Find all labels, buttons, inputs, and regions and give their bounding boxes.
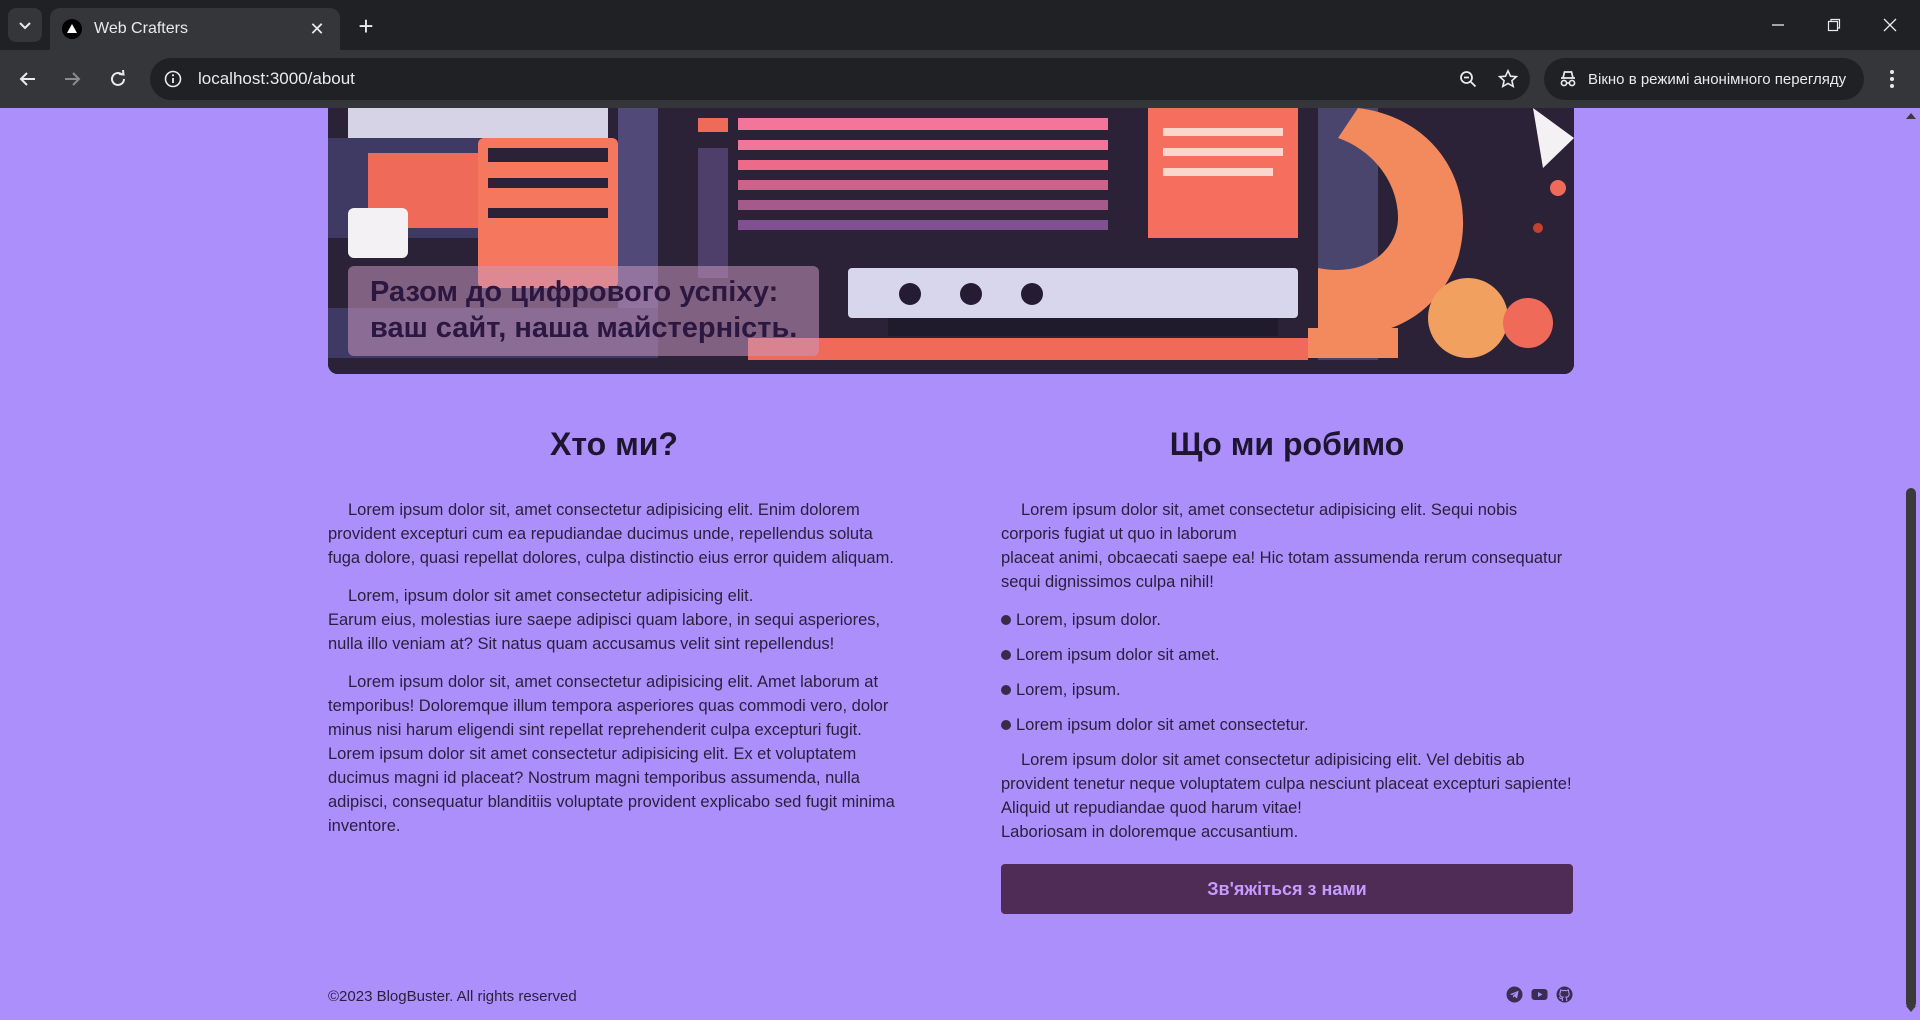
restore-window-button[interactable] (1806, 0, 1862, 50)
kebab-menu-icon (1890, 70, 1894, 88)
list-item: Lorem, ipsum. (1001, 678, 1573, 702)
who-paragraph-2-line-1: Lorem, ipsum dolor sit amet consectetur … (348, 587, 754, 605)
forward-button[interactable] (54, 61, 90, 97)
what-intro-paragraph: Lorem ipsum dolor sit, amet consectetur … (1001, 498, 1573, 594)
minimize-icon (1772, 24, 1784, 26)
what-intro-line-1: Lorem ipsum dolor sit, amet consectetur … (1001, 501, 1518, 543)
page-content: Разом до цифрового успіху: ваш сайт, наш… (0, 108, 1902, 1020)
footer-copyright: ©2023 BlogBuster. All rights reserved (328, 988, 577, 1005)
bookmark-star-icon[interactable] (1490, 61, 1526, 97)
minimize-window-button[interactable] (1750, 0, 1806, 50)
reload-icon (111, 70, 125, 86)
close-icon (1883, 18, 1897, 32)
hero-banner: Разом до цифрового успіху: ваш сайт, наш… (328, 108, 1574, 374)
close-tab-icon[interactable]: ✕ (306, 18, 328, 40)
scroll-down-arrow-icon[interactable] (1906, 1006, 1916, 1012)
tab-search-button[interactable] (8, 8, 42, 42)
scrollbar-thumb[interactable] (1906, 488, 1916, 1008)
reload-button[interactable] (100, 61, 136, 97)
back-button[interactable] (10, 61, 46, 97)
site-info-icon[interactable] (156, 62, 190, 96)
list-item: Lorem, ipsum dolor. (1001, 608, 1573, 632)
github-icon[interactable] (1556, 986, 1573, 1003)
incognito-label: Вікно в режимі анонімного перегляду (1588, 70, 1847, 88)
who-paragraph-3-text: Lorem ipsum dolor sit, amet consectetur … (328, 673, 895, 835)
who-paragraph-2-line-2: Earum eius, molestias iure saepe adipisc… (328, 611, 881, 653)
arrow-right-icon (65, 72, 81, 86)
footer-social-links (1506, 986, 1573, 1003)
browser-menu-button[interactable] (1874, 61, 1910, 97)
who-paragraph-2: Lorem, ipsum dolor sit amet consectetur … (328, 584, 900, 656)
bullet-dot-icon (1001, 615, 1011, 625)
incognito-icon (1560, 71, 1576, 87)
list-item: Lorem ipsum dolor sit amet consectetur. (1001, 713, 1573, 737)
who-we-are-section: Хто ми? Lorem ipsum dolor sit, amet cons… (328, 418, 900, 852)
url-text[interactable]: localhost:3000/about (198, 69, 1450, 89)
what-outro-line-1: Lorem ipsum dolor sit amet consectetur a… (1001, 751, 1572, 817)
bullet-dot-icon (1001, 720, 1011, 730)
what-outro-line-2: Laboriosam in doloremque accusantium. (1001, 823, 1299, 841)
who-paragraph-3: Lorem ipsum dolor sit, amet consectetur … (328, 670, 900, 838)
zoom-icon[interactable] (1450, 61, 1486, 97)
nextjs-favicon-icon (62, 19, 82, 39)
restore-icon (1827, 18, 1841, 32)
what-we-do-section: Що ми робимо Lorem ipsum dolor sit, amet… (1001, 418, 1573, 914)
what-intro-line-2: placeat animi, obcaecati saepe ea! Hic t… (1001, 549, 1563, 591)
list-item: Lorem ipsum dolor sit amet. (1001, 643, 1573, 667)
hero-title-line-2: ваш сайт, наша майстерність. (370, 312, 798, 344)
list-item-text: Lorem, ipsum dolor. (1016, 611, 1161, 629)
bullet-dot-icon (1001, 650, 1011, 660)
list-item-text: Lorem, ipsum. (1016, 681, 1121, 699)
who-paragraph-1-text: Lorem ipsum dolor sit, amet consectetur … (328, 501, 894, 567)
youtube-icon[interactable] (1531, 986, 1548, 1003)
who-paragraph-1: Lorem ipsum dolor sit, amet consectetur … (328, 498, 900, 570)
arrow-left-icon (19, 72, 35, 86)
contact-us-button[interactable]: Зв'яжіться з нами (1001, 864, 1573, 914)
new-tab-button[interactable]: + (350, 10, 382, 42)
tab-title: Web Crafters (94, 20, 188, 37)
scroll-up-arrow-icon[interactable] (1906, 113, 1916, 119)
list-item-text: Lorem ipsum dolor sit amet. (1016, 646, 1220, 664)
bullet-dot-icon (1001, 685, 1011, 695)
tab-bar: Web Crafters ✕ + (0, 0, 1920, 50)
browser-toolbar: localhost:3000/about Вікно в режимі анон… (0, 50, 1920, 108)
hero-caption: Разом до цифрового успіху: ваш сайт, наш… (348, 266, 820, 356)
page-scrollbar[interactable] (1902, 108, 1920, 1020)
browser-tab-active[interactable]: Web Crafters ✕ (50, 8, 340, 50)
list-item-text: Lorem ipsum dolor sit amet consectetur. (1016, 716, 1309, 734)
close-window-button[interactable] (1862, 0, 1918, 50)
who-we-are-heading: Хто ми? (550, 426, 678, 462)
what-we-do-heading: Що ми робимо (1169, 426, 1405, 462)
hero-title-line-1: Разом до цифрового успіху: (370, 276, 779, 308)
what-outro-paragraph: Lorem ipsum dolor sit amet consectetur a… (1001, 748, 1573, 844)
incognito-indicator[interactable]: Вікно в режимі анонімного перегляду (1544, 58, 1864, 100)
chevron-down-icon (19, 22, 31, 30)
address-bar[interactable]: localhost:3000/about (150, 58, 1530, 100)
telegram-icon[interactable] (1506, 986, 1523, 1003)
